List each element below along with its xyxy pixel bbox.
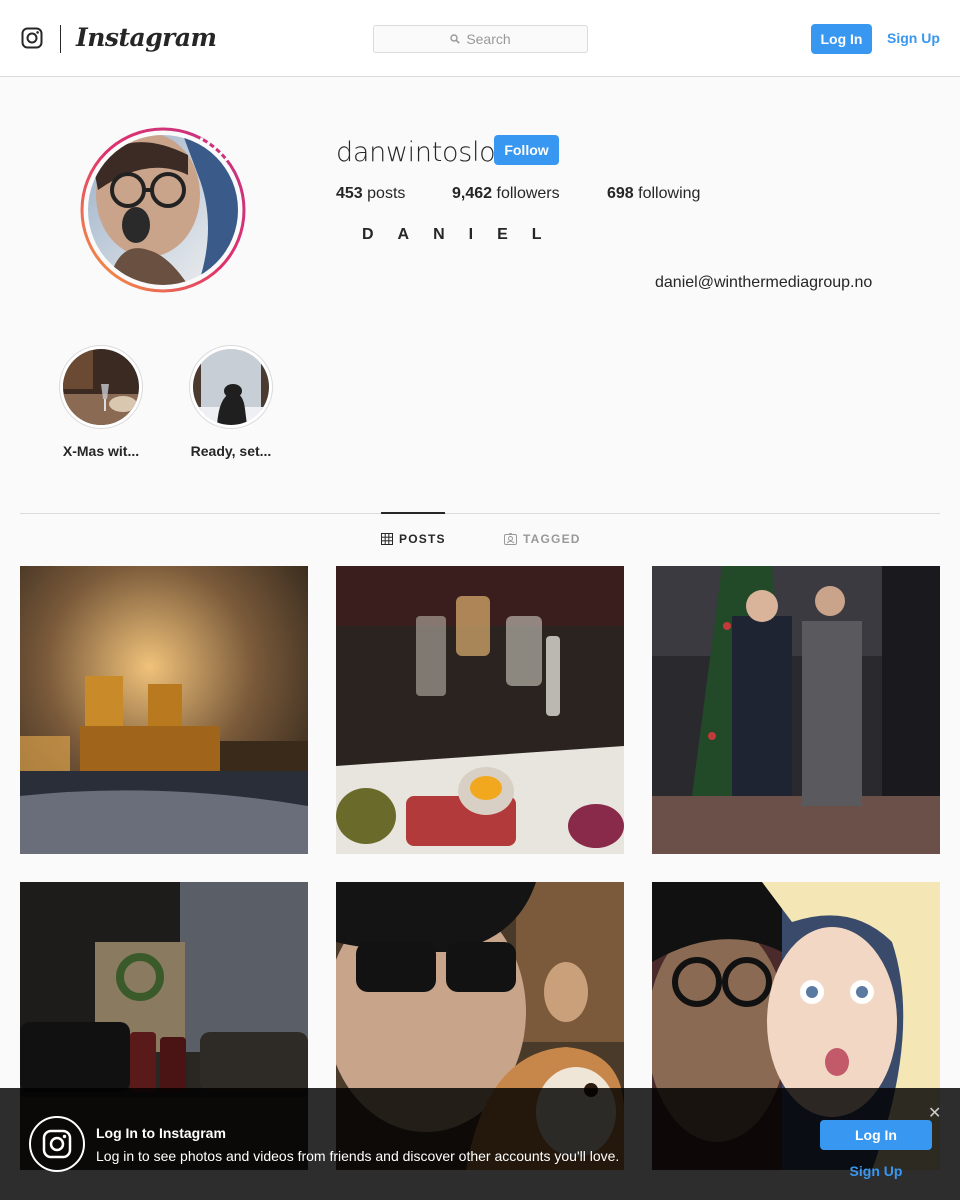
following-count-stat[interactable]: 698 following	[607, 185, 700, 203]
search-placeholder: Search	[466, 31, 511, 47]
profile-bio-email: daniel@winthermediagroup.no	[655, 274, 873, 291]
followers-label: followers	[496, 185, 560, 202]
story-highlight[interactable]: Ready, set...	[171, 345, 291, 459]
banner-signup-link[interactable]: Sign Up	[820, 1163, 932, 1179]
tab-tagged[interactable]: TAGGED	[504, 532, 581, 546]
tagged-user-icon	[504, 533, 517, 545]
login-button[interactable]: Log In	[811, 24, 872, 54]
posts-count-stat: 453 posts	[336, 185, 405, 203]
profile-username: danwintoslo	[336, 137, 496, 168]
search-input[interactable]: Search	[373, 25, 588, 53]
highlight-ring	[59, 345, 143, 429]
profile-avatar[interactable]	[88, 135, 238, 285]
posts-count: 453	[336, 185, 363, 202]
instagram-logo-icon	[29, 1116, 85, 1172]
logo-divider	[60, 25, 61, 53]
highlight-cover	[193, 349, 269, 425]
banner-description: Log in to see photos and videos from fri…	[96, 1148, 620, 1164]
post-thumbnail[interactable]	[652, 566, 940, 854]
following-label: following	[638, 185, 701, 202]
banner-login-button[interactable]: Log In	[820, 1120, 932, 1150]
search-icon	[450, 34, 461, 44]
login-prompt-banner: Log In to Instagram Log in to see photos…	[0, 1088, 960, 1200]
top-navigation-bar: Instagram Search Log In Sign Up	[0, 0, 960, 77]
post-thumbnail[interactable]	[20, 566, 308, 854]
profile-full-name: DANIEL	[362, 226, 566, 243]
instagram-camera-icon[interactable]	[21, 27, 43, 49]
posts-label: posts	[367, 185, 406, 202]
highlight-cover	[63, 349, 139, 425]
story-highlight[interactable]: X-Mas wit...	[41, 345, 161, 459]
signup-link[interactable]: Sign Up	[887, 30, 940, 46]
tab-posts-label: POSTS	[399, 532, 446, 546]
followers-count-stat[interactable]: 9,462 followers	[452, 185, 560, 203]
tab-tagged-label: TAGGED	[523, 532, 581, 546]
post-thumbnail[interactable]	[336, 566, 624, 854]
highlight-ring	[189, 345, 273, 429]
grid-icon	[381, 533, 393, 545]
highlight-label: X-Mas wit...	[62, 443, 140, 459]
following-count: 698	[607, 185, 634, 202]
tab-posts[interactable]: POSTS	[381, 532, 446, 546]
tabs-divider	[20, 513, 940, 514]
follow-button[interactable]: Follow	[494, 135, 559, 165]
active-tab-indicator	[381, 512, 445, 514]
instagram-wordmark-logo[interactable]: Instagram	[76, 23, 217, 52]
followers-count: 9,462	[452, 185, 493, 202]
banner-title: Log In to Instagram	[96, 1125, 226, 1141]
highlight-label: Ready, set...	[190, 443, 272, 459]
